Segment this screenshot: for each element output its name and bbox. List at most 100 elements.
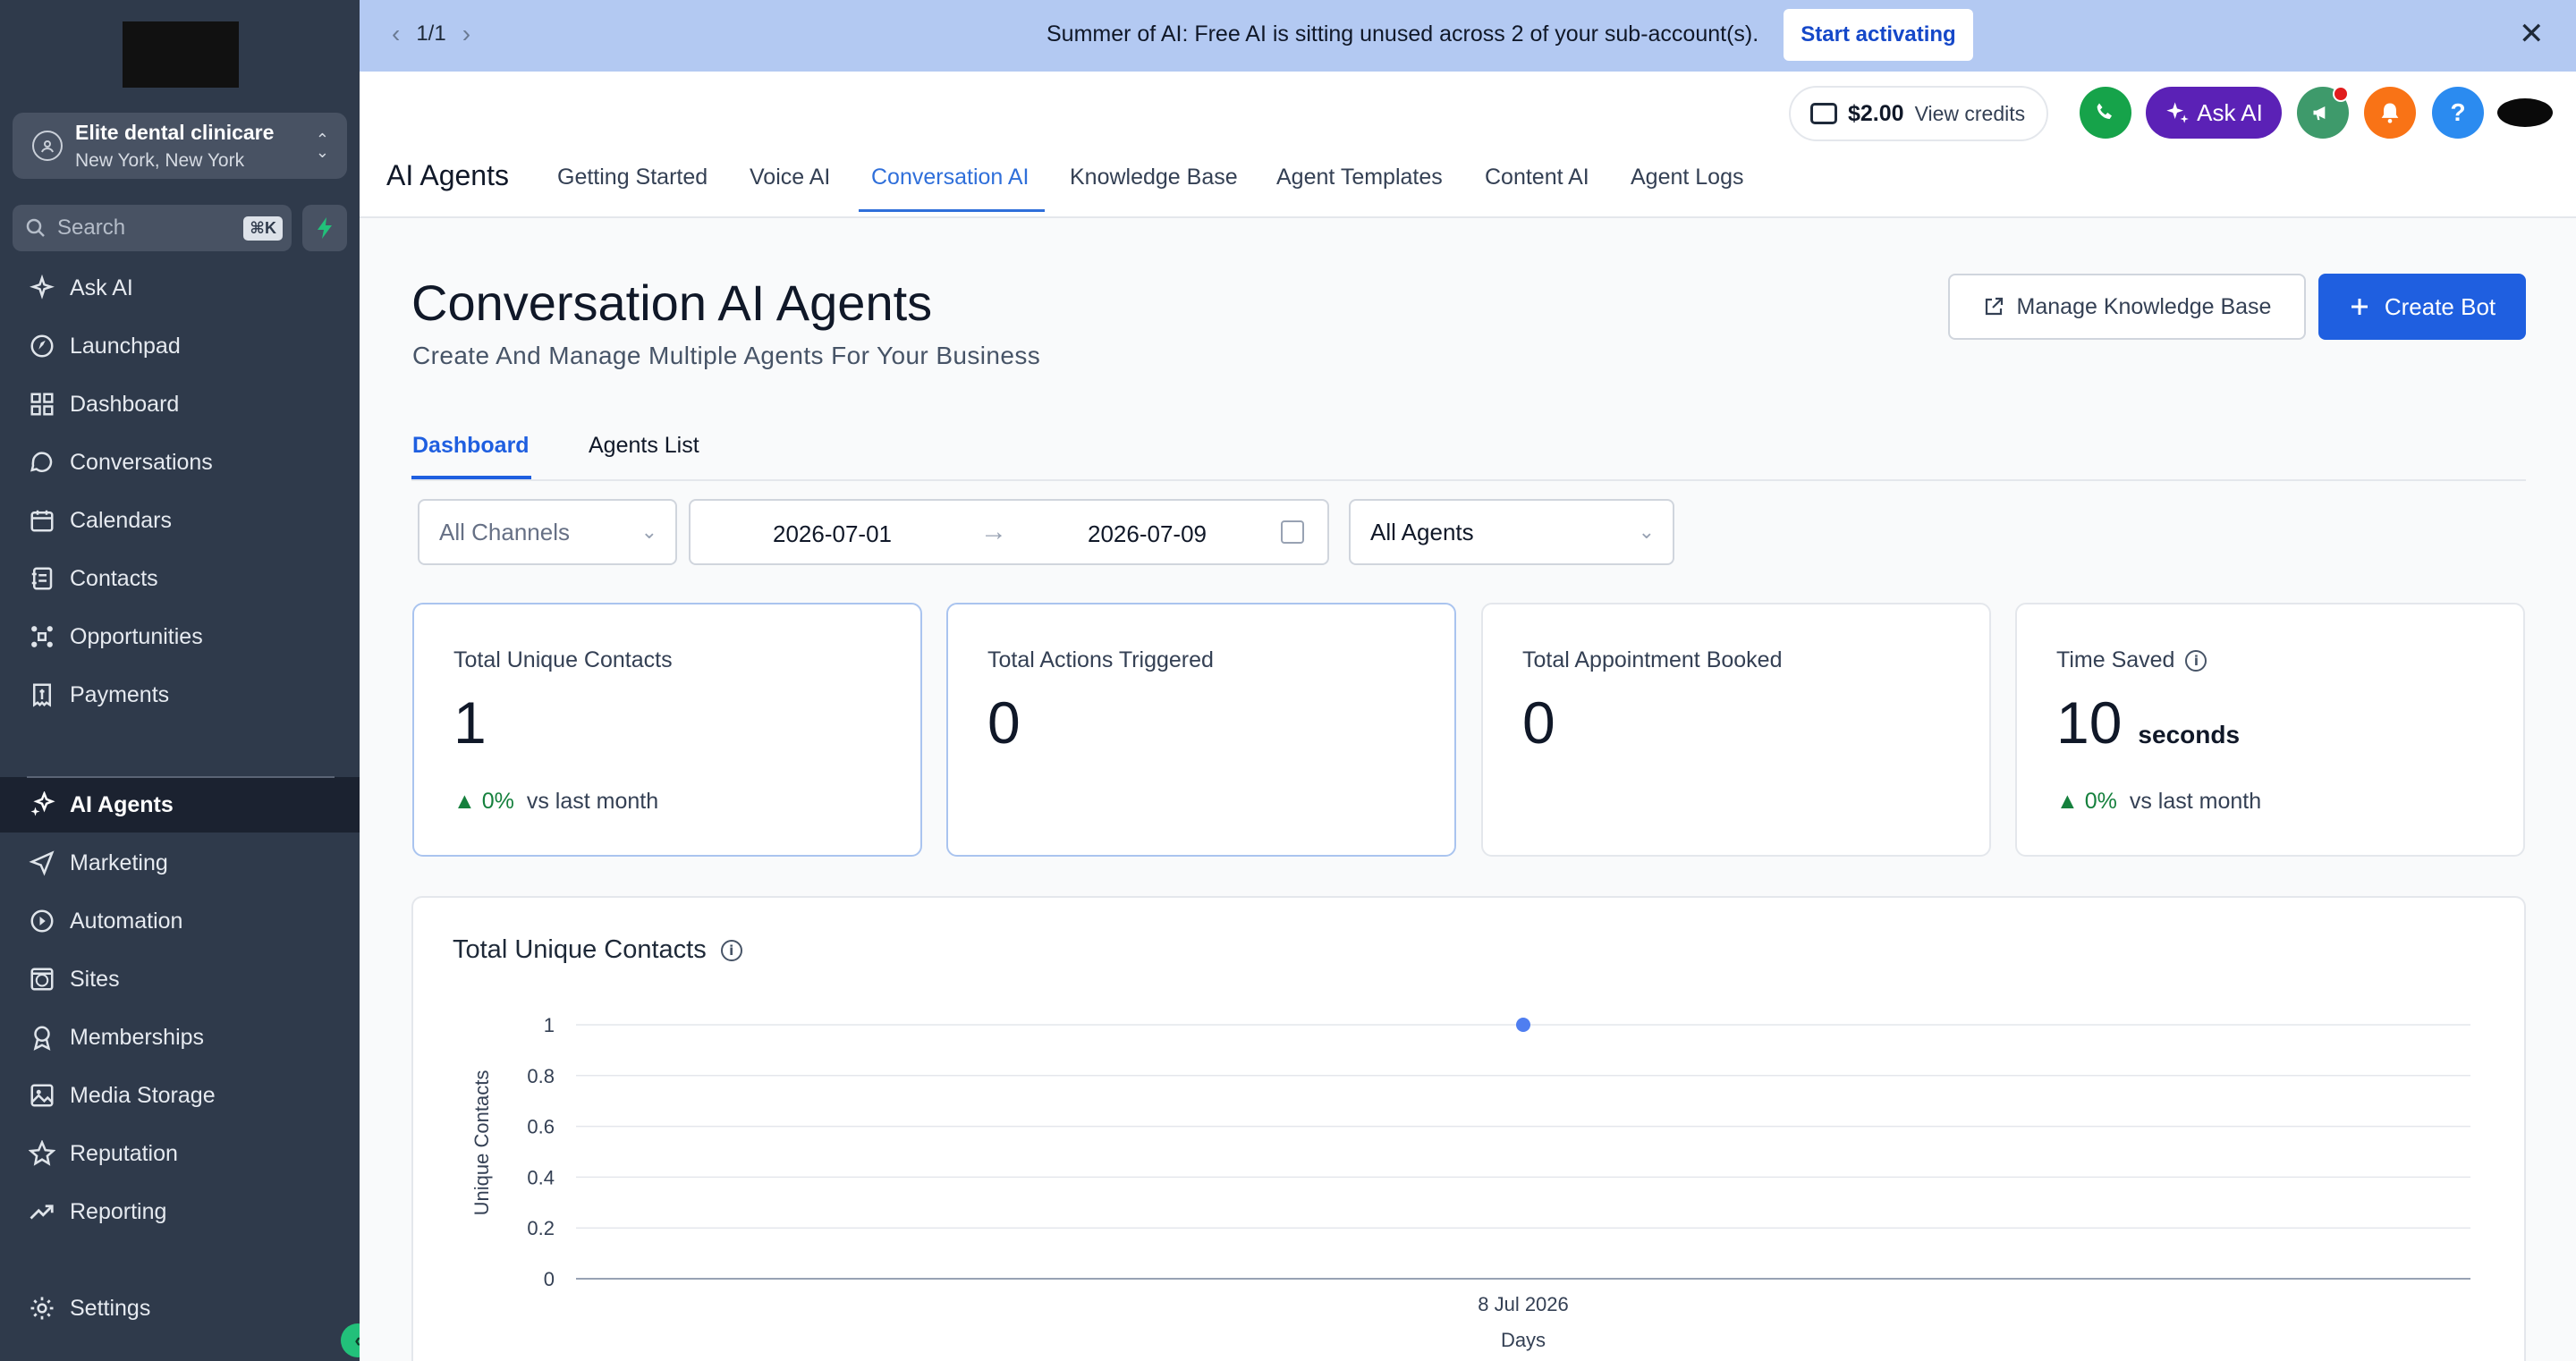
sidebar-item-label: Settings: [70, 1295, 151, 1321]
sidebar-search[interactable]: Search ⌘K: [13, 205, 292, 251]
date-range-picker[interactable]: 2026-07-01 → 2026-07-09: [689, 499, 1329, 565]
tab-agent-logs[interactable]: Agent Logs: [1631, 165, 1744, 190]
y-tick-label: 0.6: [527, 1116, 555, 1138]
megaphone-icon: [2313, 106, 2326, 121]
tab-conversation-ai[interactable]: Conversation AI: [871, 165, 1030, 190]
account-switcher[interactable]: Elite dental clinicare New York, New Yor…: [13, 113, 347, 179]
stat-label: Time Saved: [2056, 647, 2175, 672]
plus-icon: [2351, 299, 2368, 315]
avatar[interactable]: [2497, 98, 2553, 127]
sparkle-icon: [2166, 102, 2189, 123]
tab-agents-list[interactable]: Agents List: [589, 433, 699, 459]
location-icon: [32, 131, 63, 161]
trend-text: vs last month: [526, 789, 659, 814]
chevron-left-icon[interactable]: ‹: [392, 20, 400, 48]
automation-icon: [27, 906, 57, 936]
stat-value: 0: [1522, 689, 1555, 756]
arrow-right-icon: →: [980, 517, 1007, 546]
sidebar-item-settings[interactable]: Settings: [0, 1281, 360, 1336]
tab-agent-templates[interactable]: Agent Templates: [1276, 165, 1443, 190]
ai-sparkle-icon: [27, 790, 57, 820]
close-icon[interactable]: ✕: [2519, 16, 2545, 52]
quick-action-button[interactable]: [302, 205, 347, 251]
search-icon: [26, 218, 45, 237]
sidebar-item-label: Payments: [70, 681, 170, 707]
image-icon: [27, 1080, 57, 1111]
sidebar-item-label: Ask AI: [70, 275, 133, 300]
sidebar-item-conversations[interactable]: Conversations: [0, 435, 360, 490]
channels-select[interactable]: All Channels ⌄: [418, 499, 677, 565]
tab-dashboard[interactable]: Dashboard: [412, 433, 530, 459]
sidebar-item-label: Calendars: [70, 507, 172, 533]
stat-card-appointments-booked: Total Appointment Booked 0: [1481, 603, 1991, 857]
trend-icon: [27, 1196, 57, 1227]
date-start[interactable]: 2026-07-01: [773, 520, 892, 548]
sidebar-item-automation[interactable]: Automation: [0, 893, 360, 949]
sidebar-item-label: Memberships: [70, 1024, 205, 1050]
sidebar-item-sites[interactable]: Sites: [0, 951, 360, 1007]
sidebar-item-reputation[interactable]: Reputation: [0, 1126, 360, 1181]
sidebar-item-dashboard[interactable]: Dashboard: [0, 376, 360, 432]
tab-getting-started[interactable]: Getting Started: [557, 165, 708, 190]
info-icon[interactable]: i: [2185, 649, 2207, 672]
receipt-icon: [27, 680, 57, 710]
notifications-button[interactable]: [2364, 87, 2416, 139]
sidebar-item-media-storage[interactable]: Media Storage: [0, 1068, 360, 1123]
sidebar-item-memberships[interactable]: Memberships: [0, 1010, 360, 1065]
send-icon: [27, 848, 57, 878]
sidebar-divider: [27, 776, 335, 778]
manage-knowledge-base-button[interactable]: Manage Knowledge Base: [1948, 274, 2306, 340]
ask-ai-button[interactable]: Ask AI: [2146, 87, 2282, 139]
trend-up-icon: ▲ 0%: [453, 789, 514, 814]
credits-pill[interactable]: $2.00 View credits: [1789, 86, 2048, 141]
sidebar-item-opportunities[interactable]: Opportunities: [0, 609, 360, 664]
agents-select[interactable]: All Agents ⌄: [1349, 499, 1674, 565]
start-activating-button[interactable]: Start activating: [1784, 9, 1973, 61]
chevron-down-icon: ⌄: [1638, 520, 1655, 543]
x-axis-label: Days: [1501, 1329, 1546, 1351]
sidebar-item-reporting[interactable]: Reporting: [0, 1184, 360, 1239]
create-bot-button[interactable]: Create Bot: [2318, 274, 2526, 340]
y-axis-label: Unique Contacts: [470, 1070, 493, 1216]
stat-label: Total Actions Triggered: [987, 647, 1214, 672]
wallet-icon: [1810, 103, 1837, 124]
grid-icon: [27, 389, 57, 419]
stat-value: 10: [2056, 689, 2123, 756]
tab-content-ai[interactable]: Content AI: [1485, 165, 1589, 190]
help-button[interactable]: ?: [2432, 87, 2484, 139]
sidebar-item-calendars[interactable]: Calendars: [0, 493, 360, 548]
sidebar-item-launchpad[interactable]: Launchpad: [0, 318, 360, 374]
sidebar-item-label: Marketing: [70, 850, 168, 875]
sidebar-item-marketing[interactable]: Marketing: [0, 835, 360, 891]
sidebar-item-label: AI Agents: [70, 791, 174, 817]
stat-card-unique-contacts: Total Unique Contacts 1 ▲ 0% vs last mon…: [412, 603, 922, 857]
chevron-down-icon: ⌄: [640, 520, 657, 543]
sidebar-item-label: Conversations: [70, 449, 213, 475]
phone-button[interactable]: [2080, 87, 2131, 139]
y-tick-label: 1: [544, 1014, 555, 1036]
banner-pager: ‹ 1/1 ›: [392, 20, 470, 48]
sidebar-item-payments[interactable]: Payments: [0, 667, 360, 723]
x-tick-label: 8 Jul 2026: [1478, 1293, 1569, 1315]
tab-voice-ai[interactable]: Voice AI: [750, 165, 830, 190]
stat-card-time-saved: Time Saved i 10 seconds ▲ 0% vs last mont…: [2015, 603, 2525, 857]
date-end[interactable]: 2026-07-09: [1088, 520, 1207, 548]
sidebar-item-contacts[interactable]: Contacts: [0, 551, 360, 606]
company-logo[interactable]: [123, 21, 239, 88]
sidebar-item-label: Automation: [70, 908, 183, 934]
channels-select-value: All Channels: [439, 518, 570, 545]
sidebar-item-label: Sites: [70, 966, 120, 992]
sidebar-item-ai-agents[interactable]: AI Agents: [0, 777, 360, 833]
y-tick-label: 0: [544, 1268, 555, 1290]
stat-value: 1: [453, 689, 487, 756]
stat-label: Total Unique Contacts: [453, 647, 673, 672]
chevron-right-icon[interactable]: ›: [462, 20, 470, 48]
stat-trend: ▲ 0% vs last month: [453, 789, 658, 815]
gear-icon: [27, 1293, 57, 1323]
sidebar: Elite dental clinicare New York, New Yor…: [0, 0, 375, 1361]
sidebar-item-ask-ai[interactable]: Ask AI: [0, 260, 360, 316]
tab-knowledge-base[interactable]: Knowledge Base: [1070, 165, 1238, 190]
stat-value: 0: [987, 689, 1021, 756]
view-credits-link[interactable]: View credits: [1915, 102, 2026, 126]
agents-select-value: All Agents: [1370, 518, 1474, 545]
